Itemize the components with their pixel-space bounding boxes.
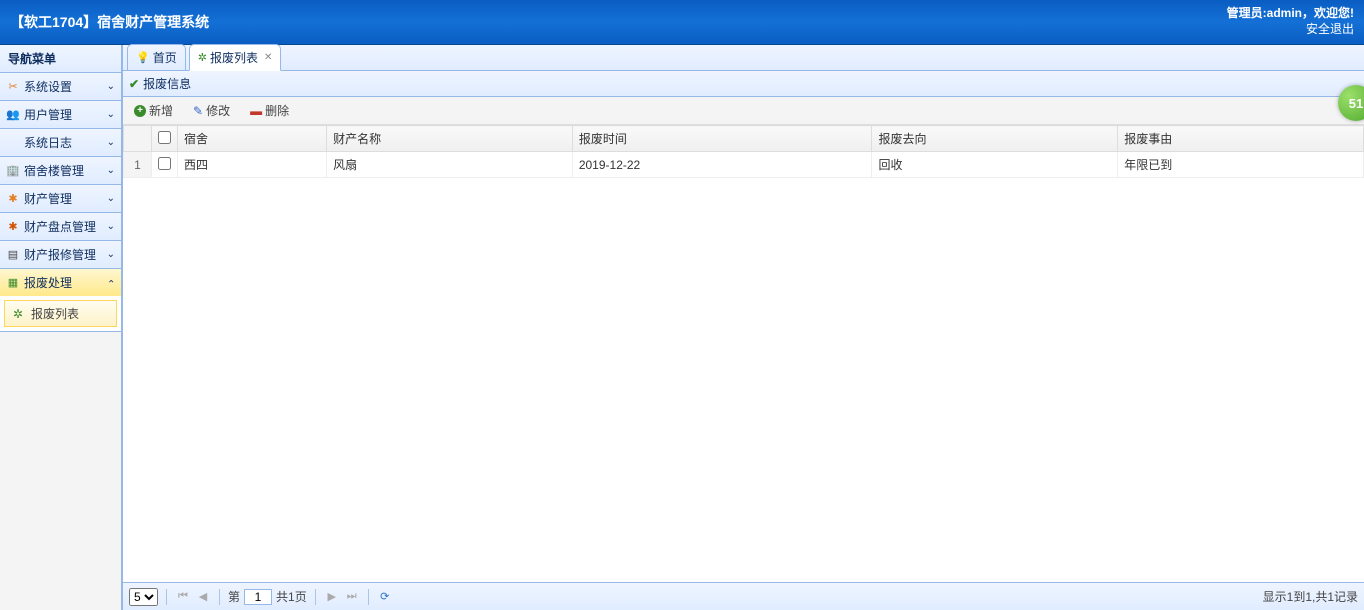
panel-title: ✔ 报废信息: [123, 71, 1364, 97]
menu-label: 财产管理: [24, 190, 72, 207]
tabs-bar: 💡首页 ✲报废列表 ✕: [123, 45, 1364, 71]
tab-icon: ✲: [198, 51, 207, 64]
cell: 西四: [178, 152, 327, 178]
edit-label: 修改: [206, 102, 230, 119]
menu-icon: ▤: [6, 248, 20, 262]
sub-item[interactable]: ✲ 报废列表: [4, 300, 117, 327]
edit-button[interactable]: ✎修改: [188, 100, 235, 121]
minus-icon: ▬: [250, 104, 262, 118]
welcome-text: ，欢迎您!: [1302, 6, 1354, 20]
delete-button[interactable]: ▬删除: [245, 100, 294, 121]
chevron-down-icon: ⌄: [107, 137, 115, 148]
menu-icon: ✱: [6, 192, 20, 206]
menu-icon: ▦: [6, 276, 20, 290]
menu-label: 宿舍楼管理: [24, 162, 84, 179]
chevron-down-icon: ⌄: [107, 81, 115, 92]
menu-label: 报废处理: [24, 274, 72, 291]
next-page-button[interactable]: ▶: [324, 589, 340, 605]
data-grid: 宿舍财产名称报废时间报废去向报废事由 1 西四风扇2019-12-22回收年限已到: [123, 125, 1364, 582]
sidebar-item-5[interactable]: ✱ 财产盘点管理 ⌄: [0, 213, 121, 240]
chevron-down-icon: ⌄: [107, 277, 115, 288]
prev-page-button[interactable]: ◀: [195, 589, 211, 605]
first-page-button[interactable]: ⏮: [175, 589, 191, 605]
sidebar-item-1[interactable]: 👥 用户管理 ⌄: [0, 101, 121, 128]
sidebar-item-0[interactable]: ✂ 系统设置 ⌄: [0, 73, 121, 100]
content-panel: ✔ 报废信息 +新增 ✎修改 ▬删除 宿舍财产名称报废时间报废去向报废事由 1西…: [123, 71, 1364, 610]
add-label: 新增: [149, 102, 173, 119]
sidebar-title: 导航菜单: [0, 45, 121, 73]
column-header[interactable]: 报废事由: [1118, 126, 1364, 152]
menu-icon: ✱: [6, 220, 20, 234]
main-area: 💡首页✲报废列表✕ ✔ 报废信息 +新增 ✎修改 ▬删除 宿舍财产名称报废时间报…: [122, 45, 1364, 610]
chevron-down-icon: ⌄: [107, 165, 115, 176]
panel-title-text: 报废信息: [143, 75, 191, 92]
row-number: 1: [124, 152, 152, 178]
add-button[interactable]: +新增: [129, 100, 178, 121]
delete-label: 删除: [265, 102, 289, 119]
plus-icon: +: [134, 105, 146, 117]
cell: 回收: [872, 152, 1118, 178]
menu-label: 财产盘点管理: [24, 218, 96, 235]
admin-label: 管理员:admin: [1227, 6, 1302, 20]
menu-icon: 👥: [6, 108, 20, 122]
col-rownum: [124, 126, 152, 152]
page-input[interactable]: [244, 589, 272, 605]
column-header[interactable]: 报废时间: [572, 126, 872, 152]
logout-link[interactable]: 安全退出: [1227, 22, 1354, 38]
refresh-button[interactable]: ⟳: [377, 589, 393, 605]
nav-sidebar: 导航菜单 ✂ 系统设置 ⌄ 👥 用户管理 ⌄ 系统日志 ⌄ 🏢 宿舍楼管理 ⌄ ✱ 财产管理 ⌄ ✱ 财产盘点…: [0, 45, 122, 610]
list-icon: ✲: [13, 307, 27, 321]
chevron-down-icon: ⌄: [107, 249, 115, 260]
app-title: 【软工1704】宿舍财产管理系统: [10, 12, 209, 32]
sidebar-item-7[interactable]: ▦ 报废处理 ⌄: [0, 269, 121, 296]
select-all-checkbox[interactable]: [158, 131, 171, 144]
chevron-down-icon: ⌄: [107, 109, 115, 120]
row-chk: [152, 152, 178, 178]
page-prefix: 第: [228, 588, 240, 605]
menu-label: 系统设置: [24, 78, 72, 95]
menu-icon: ✂: [6, 80, 20, 94]
tab-0[interactable]: 💡首页: [127, 44, 186, 70]
tab-label: 首页: [153, 49, 177, 66]
cell: 年限已到: [1118, 152, 1364, 178]
pager-info: 显示1到1,共1记录: [1263, 588, 1358, 605]
close-icon[interactable]: ✕: [264, 52, 272, 63]
toolbar: +新增 ✎修改 ▬删除: [123, 97, 1364, 125]
column-header[interactable]: 财产名称: [327, 126, 573, 152]
table-row[interactable]: 1 西四风扇2019-12-22回收年限已到: [124, 152, 1364, 178]
menu-icon: 🏢: [6, 164, 20, 178]
sidebar-item-2[interactable]: 系统日志 ⌄: [0, 129, 121, 156]
tab-label: 报废列表: [210, 49, 258, 66]
row-checkbox[interactable]: [158, 157, 171, 170]
chevron-down-icon: ⌄: [107, 193, 115, 204]
last-page-button[interactable]: ⏭: [344, 589, 360, 605]
sidebar-item-4[interactable]: ✱ 财产管理 ⌄: [0, 185, 121, 212]
pager: 5 ⏮ ◀ 第 共1页 ▶ ⏭ ⟳ 显示1到1,共1记录: [123, 582, 1364, 610]
sidebar-item-6[interactable]: ▤ 财产报修管理 ⌄: [0, 241, 121, 268]
col-checkbox: [152, 126, 178, 152]
menu-label: 系统日志: [24, 134, 72, 151]
cell: 2019-12-22: [572, 152, 872, 178]
pencil-icon: ✎: [193, 104, 203, 118]
menu-label: 用户管理: [24, 106, 72, 123]
menu-label: 财产报修管理: [24, 246, 96, 263]
menu-icon: [6, 136, 20, 150]
header-right: 管理员:admin，欢迎您! 安全退出: [1227, 6, 1354, 37]
check-icon: ✔: [129, 77, 139, 91]
app-header: 【软工1704】宿舍财产管理系统 管理员:admin，欢迎您! 安全退出: [0, 0, 1364, 45]
page-size-select[interactable]: 5: [129, 588, 158, 606]
total-pages: 共1页: [276, 588, 307, 605]
tab-icon: 💡: [136, 51, 150, 64]
sub-label: 报废列表: [31, 305, 79, 322]
column-header[interactable]: 宿舍: [178, 126, 327, 152]
tab-1[interactable]: ✲报废列表 ✕: [189, 44, 282, 71]
sidebar-item-3[interactable]: 🏢 宿舍楼管理 ⌄: [0, 157, 121, 184]
column-header[interactable]: 报废去向: [872, 126, 1118, 152]
chevron-down-icon: ⌄: [107, 221, 115, 232]
cell: 风扇: [327, 152, 573, 178]
